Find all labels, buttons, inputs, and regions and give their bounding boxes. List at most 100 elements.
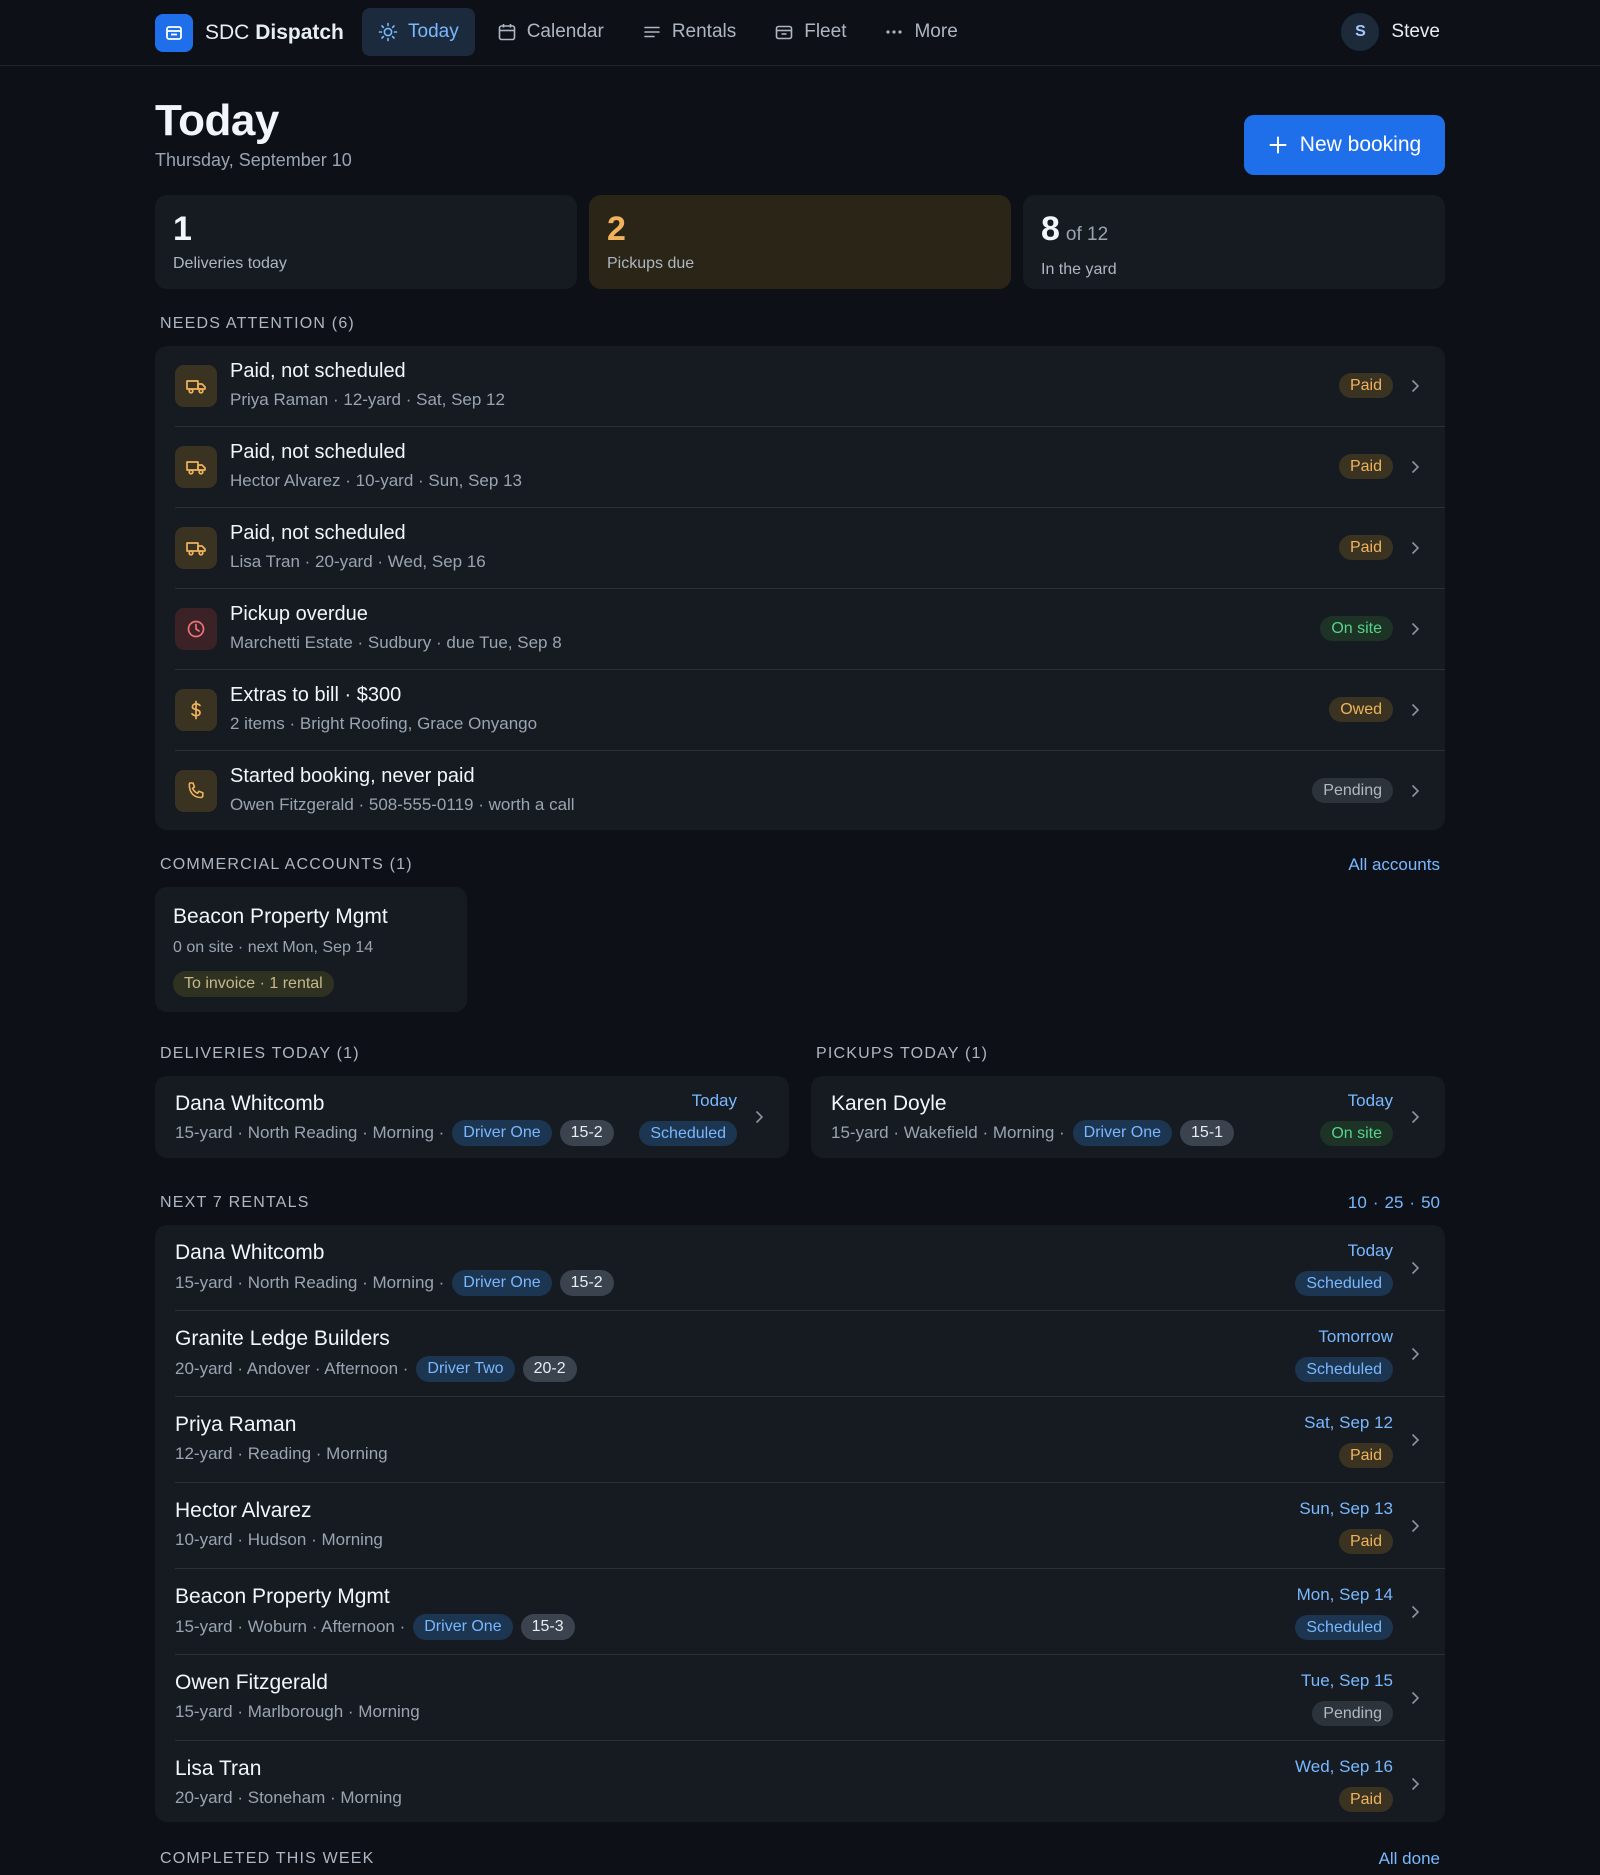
nav-calendar[interactable]: Calendar: [481, 8, 620, 56]
chevron-right-icon: [1411, 622, 1420, 636]
page-size-10[interactable]: 10: [1348, 1193, 1367, 1213]
rental-row[interactable]: Owen Fitzgerald 15-yard · Marlborough · …: [155, 1655, 1445, 1740]
chevron-right-icon: [1411, 1519, 1420, 1533]
driver-badge: Driver Two: [416, 1356, 515, 1382]
status-badge: On site: [1320, 1121, 1393, 1146]
rental-row[interactable]: Granite Ledge Builders 20-yard · Andover…: [155, 1311, 1445, 1396]
nav-fleet-label: Fleet: [804, 21, 847, 42]
rental-row[interactable]: Beacon Property Mgmt 15-yard · Woburn · …: [155, 1569, 1445, 1654]
truck-icon: [175, 365, 217, 407]
status-badge: Scheduled: [1295, 1357, 1393, 1382]
all-done-link[interactable]: All done: [1379, 1849, 1440, 1869]
attention-row[interactable]: Extras to bill · $300 2 items · Bright R…: [155, 670, 1445, 750]
stat-label: Deliveries today: [173, 255, 287, 272]
chevron-right-icon: [1411, 379, 1420, 393]
rental-name: Hector Alvarez: [175, 1499, 312, 1522]
attention-sub: Marchetti Estate · Sudbury · due Tue, Se…: [230, 633, 562, 652]
attention-title: Paid, not scheduled: [230, 360, 406, 382]
delivery-sub: 15-yard · North Reading · Morning ·: [175, 1123, 445, 1142]
new-booking-button[interactable]: New booking: [1244, 115, 1445, 175]
rental-row[interactable]: Dana Whitcomb 15-yard · North Reading · …: [155, 1225, 1445, 1310]
brand[interactable]: SDC Dispatch: [155, 14, 344, 52]
rental-name: Dana Whitcomb: [175, 1241, 325, 1264]
delivery-name: Dana Whitcomb: [175, 1092, 325, 1115]
rental-date: Wed, Sep 16: [1295, 1757, 1393, 1776]
user-menu[interactable]: S Steve: [1341, 13, 1440, 51]
stat-label: Pickups due: [607, 255, 695, 272]
all-accounts-link[interactable]: All accounts: [1348, 855, 1440, 875]
attention-row[interactable]: Pickup overdue Marchetti Estate · Sudbur…: [155, 589, 1445, 669]
attention-sub: Owen Fitzgerald · 508-555-0119 · worth a…: [230, 795, 575, 814]
pickup-sub: 15-yard · Wakefield · Morning ·: [831, 1123, 1065, 1142]
rental-row[interactable]: Priya Raman 12-yard · Reading · Morning …: [155, 1397, 1445, 1482]
dollar-icon: [175, 689, 217, 731]
stat-pickups[interactable]: 2 Pickups due: [589, 195, 1011, 289]
page-size-25[interactable]: 25: [1384, 1193, 1403, 1213]
rental-row[interactable]: Lisa Tran 20-yard · Stoneham · Morning W…: [155, 1741, 1445, 1822]
driver-badge: Driver One: [452, 1270, 552, 1296]
delivery-card[interactable]: Dana Whitcomb 15-yard · North Reading · …: [155, 1076, 789, 1158]
rental-date: Sun, Sep 13: [1299, 1499, 1393, 1518]
account-sub: 0 on site · next Mon, Sep 14: [173, 939, 374, 956]
new-booking-label: New booking: [1299, 133, 1422, 156]
rental-sub: 15-yard · North Reading · Morning ·: [175, 1273, 445, 1292]
rental-name: Beacon Property Mgmt: [175, 1585, 390, 1608]
attention-title: Paid, not scheduled: [230, 522, 406, 544]
driver-badge: Driver One: [413, 1614, 513, 1640]
rental-date: Mon, Sep 14: [1296, 1585, 1393, 1604]
commercial-accounts-heading: COMMERCIAL ACCOUNTS (1): [160, 856, 413, 873]
sun-icon: [378, 22, 398, 42]
attention-sub: Lisa Tran · 20-yard · Wed, Sep 16: [230, 552, 486, 571]
needs-attention-heading: NEEDS ATTENTION (6): [160, 315, 355, 332]
main-nav: Today Calendar Rentals Fleet More: [362, 8, 974, 56]
unit-badge: 20-2: [522, 1356, 577, 1382]
deliveries-today-heading: DELIVERIES TODAY (1): [160, 1045, 360, 1062]
plus-icon: [1269, 136, 1287, 154]
calendar-icon: [498, 24, 516, 41]
chevron-right-icon: [1411, 703, 1420, 717]
pickup-date: Today: [1347, 1091, 1393, 1110]
nav-today[interactable]: Today: [362, 8, 475, 56]
attention-row[interactable]: Paid, not scheduled Lisa Tran · 20-yard …: [155, 508, 1445, 588]
page-size-50[interactable]: 50: [1421, 1193, 1440, 1213]
truck-icon: [175, 446, 217, 488]
chevron-right-icon: [1411, 1433, 1420, 1447]
brand-logo-icon: [155, 14, 193, 52]
attention-sub: Hector Alvarez · 10-yard · Sun, Sep 13: [230, 471, 522, 490]
top-bar: SDC Dispatch Today Calendar Rentals Flee…: [0, 0, 1600, 66]
rental-sub: 12-yard · Reading · Morning: [175, 1444, 388, 1463]
pickup-card[interactable]: Karen Doyle 15-yard · Wakefield · Mornin…: [811, 1076, 1445, 1158]
unit-badge: 15-3: [520, 1614, 575, 1640]
status-badge: Scheduled: [639, 1121, 737, 1146]
stat-suffix: of 12: [1065, 224, 1109, 245]
account-card[interactable]: Beacon Property Mgmt 0 on site · next Mo…: [155, 887, 467, 1012]
page-date: Thursday, September 10: [155, 150, 352, 170]
attention-title: Started booking, never paid: [230, 765, 475, 787]
rental-date: Tomorrow: [1318, 1327, 1393, 1346]
rental-name: Granite Ledge Builders: [175, 1327, 390, 1350]
status-badge: Owed: [1329, 697, 1393, 722]
status-badge: Scheduled: [1295, 1271, 1393, 1296]
page-title: Today: [155, 96, 279, 145]
nav-more[interactable]: More: [868, 8, 973, 56]
chevron-right-icon: [1411, 1691, 1420, 1705]
stat-deliveries[interactable]: 1 Deliveries today: [155, 195, 577, 289]
stat-value: 8: [1041, 210, 1060, 248]
attention-title: Paid, not scheduled: [230, 441, 406, 463]
attention-row[interactable]: Paid, not scheduled Hector Alvarez · 10-…: [155, 427, 1445, 507]
nav-rentals[interactable]: Rentals: [626, 8, 752, 56]
stat-yard[interactable]: 8 of 12 In the yard: [1023, 195, 1445, 289]
rental-sub: 20-yard · Andover · Afternoon ·: [175, 1359, 409, 1378]
unit-badge: 15-2: [559, 1120, 614, 1146]
attention-row[interactable]: Paid, not scheduled Priya Raman · 12-yar…: [155, 346, 1445, 426]
attention-sub: Priya Raman · 12-yard · Sat, Sep 12: [230, 390, 505, 409]
rental-name: Priya Raman: [175, 1413, 297, 1436]
nav-today-label: Today: [408, 21, 459, 42]
nav-fleet[interactable]: Fleet: [758, 8, 862, 56]
stat-label: In the yard: [1041, 261, 1117, 278]
attention-row[interactable]: Started booking, never paid Owen Fitzger…: [155, 751, 1445, 830]
status-badge: Paid: [1338, 454, 1393, 479]
list-icon: [644, 26, 660, 38]
pickup-name: Karen Doyle: [831, 1092, 947, 1115]
rental-row[interactable]: Hector Alvarez 10-yard · Hudson · Mornin…: [155, 1483, 1445, 1568]
